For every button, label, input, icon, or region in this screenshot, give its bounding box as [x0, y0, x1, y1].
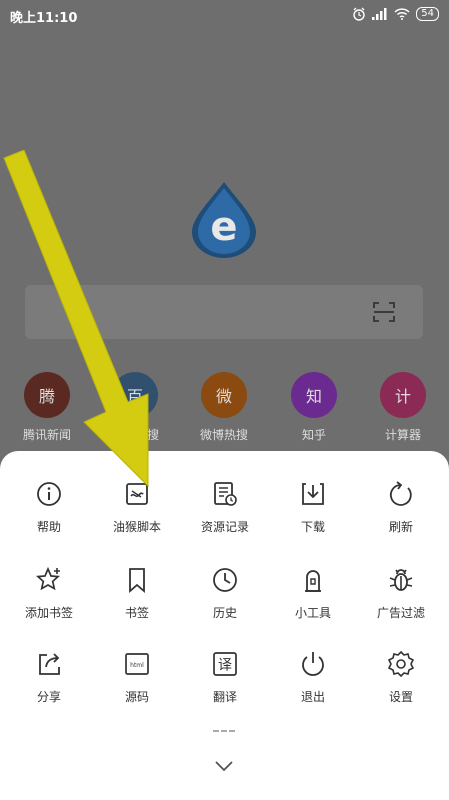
quick-link-label: 计算器 [384, 428, 421, 442]
chevron-down-icon[interactable] [213, 759, 235, 773]
quick-link-label: 知乎 [301, 428, 326, 442]
wifi-icon [394, 8, 410, 20]
clock-icon [213, 568, 237, 592]
menu-download[interactable]: 下载 [268, 479, 358, 535]
quick-link-icon: 微 [201, 372, 247, 418]
power-icon [302, 652, 324, 676]
menu-label: 添加书签 [24, 606, 73, 620]
refresh-icon [389, 481, 412, 506]
menu-share[interactable]: 分享 [4, 649, 94, 705]
gear-icon [387, 650, 415, 678]
svg-text:译: 译 [218, 658, 232, 674]
menu-label: 油猴脚本 [112, 520, 161, 534]
resource-log-icon [214, 482, 237, 506]
quick-link-calculator[interactable]: 计 计算器 [373, 372, 433, 443]
download-icon [302, 483, 324, 505]
browser-logo: e [192, 182, 256, 258]
quick-link-weibo-hot[interactable]: 微 微博热搜 [194, 372, 254, 443]
signal-icon [372, 8, 387, 20]
menu-label: 资源记录 [200, 520, 249, 534]
menu-label: 小工具 [294, 606, 331, 620]
menu-sheet: 帮助 油猴脚本 资源记录 下载 刷新 添加书签 书签 历史 小工具 广告过滤 分… [0, 451, 449, 800]
source-code-icon: html [125, 653, 149, 675]
menu-translate[interactable]: 译 翻译 [180, 649, 270, 705]
menu-label: 帮助 [36, 520, 61, 534]
menu-resource-log[interactable]: 资源记录 [180, 479, 270, 535]
share-icon [39, 653, 60, 675]
menu-ad-filter[interactable]: 广告过滤 [356, 565, 446, 621]
menu-add-bookmark[interactable]: 添加书签 [4, 565, 94, 621]
alarm-icon [353, 7, 365, 21]
quick-link-icon: 计 [380, 372, 426, 418]
star-add-icon [35, 566, 61, 591]
sheet-drag-handle[interactable] [213, 730, 235, 734]
status-time: 晚上11:10 [10, 11, 78, 26]
menu-refresh[interactable]: 刷新 [356, 479, 446, 535]
menu-label: 退出 [300, 690, 325, 704]
quick-link-label: 微博热搜 [199, 428, 248, 442]
svg-text:html: html [130, 662, 144, 669]
menu-exit[interactable]: 退出 [268, 649, 358, 705]
svg-text:e: e [210, 204, 237, 250]
menu-source[interactable]: html 源码 [92, 649, 182, 705]
menu-bookmarks[interactable]: 书签 [92, 565, 182, 621]
bookmark-icon [129, 568, 145, 593]
menu-label: 书签 [124, 606, 149, 620]
menu-label: 源码 [124, 690, 149, 704]
menu-label: 翻译 [212, 690, 237, 704]
quick-link-zhihu[interactable]: 知 知乎 [284, 372, 344, 443]
status-bar: 晚上11:10 54 [0, 0, 449, 30]
menu-history[interactable]: 历史 [180, 565, 270, 621]
bug-icon [389, 569, 413, 591]
menu-label: 广告过滤 [376, 606, 425, 620]
menu-settings[interactable]: 设置 [356, 649, 446, 705]
battery-indicator: 54 [416, 7, 439, 21]
annotation-arrow [3, 150, 149, 488]
menu-label: 下载 [300, 520, 325, 534]
scan-icon[interactable] [373, 301, 395, 323]
translate-icon: 译 [213, 652, 237, 676]
menu-label: 分享 [36, 690, 61, 704]
quick-link-icon: 知 [291, 372, 337, 418]
menu-label: 设置 [388, 690, 413, 704]
menu-label: 刷新 [388, 520, 413, 534]
status-icons: 54 [352, 7, 439, 21]
menu-tools[interactable]: 小工具 [268, 565, 358, 621]
tools-icon [305, 570, 321, 592]
menu-label: 历史 [212, 606, 237, 620]
